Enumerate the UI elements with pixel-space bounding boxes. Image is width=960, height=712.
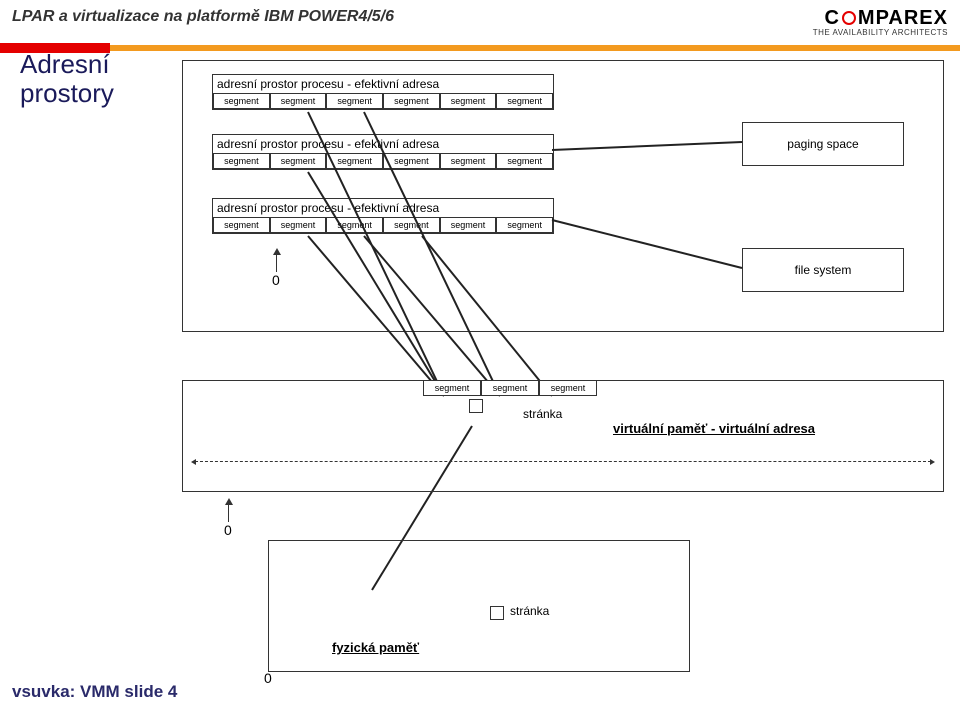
segment-cell: segment [270,93,327,109]
page-title: Adresní prostory [20,50,114,107]
paging-space-label: paging space [787,137,858,151]
logo-text: C [824,8,839,28]
segment-cell: segment [481,381,539,396]
segment-cell: segment [270,153,327,169]
process-address-space: adresní prostor procesu - efektivní adre… [212,198,554,234]
segment-row: segment segment segment segment segment … [213,217,553,233]
segment-cell: segment [383,153,440,169]
process-address-space: adresní prostor procesu - efektivní adre… [212,134,554,170]
address-space-title: adresní prostor procesu - efektivní adre… [213,135,553,153]
segment-row: segment segment segment segment segment … [213,153,553,169]
slide-body: Adresní prostory adresní prostor procesu… [12,50,948,700]
physical-memory-label: fyzická paměť [332,640,419,655]
segment-cell: segment [440,217,497,233]
file-system-label: file system [795,263,852,277]
page-box [490,606,504,620]
slide-header: LPAR a virtualizace na platformě IBM POW… [0,0,960,37]
logo-text: MPAREX [858,8,948,28]
virtual-segment-row: segment segment segment [423,381,597,396]
segment-cell: segment [383,217,440,233]
segment-cell: segment [270,217,327,233]
segment-cell: segment [539,381,597,396]
segment-cell: segment [496,153,553,169]
page-box [469,399,483,413]
page-label: stránka [523,407,562,421]
virtual-memory-container: segment segment segment stránka virtuáln… [182,380,944,492]
segment-cell: segment [213,153,270,169]
segment-cell: segment [496,217,553,233]
address-space-title: adresní prostor procesu - efektivní adre… [213,199,553,217]
segment-cell: segment [326,93,383,109]
page-label: stránka [510,604,549,618]
origin-zero: 0 [264,670,272,686]
logo-tagline: THE AVAILABILITY ARCHITECTS [813,29,948,37]
segment-cell: segment [496,93,553,109]
segment-cell: segment [440,93,497,109]
virtual-range-arrow [195,461,931,462]
file-system-box: file system [742,248,904,292]
paging-space-box: paging space [742,122,904,166]
origin-zero: 0 [224,522,232,538]
segment-cell: segment [213,217,270,233]
virtual-memory-label: virtuální paměť - virtuální adresa [613,421,815,436]
logo-wordmark: C MPAREX [813,8,948,28]
logo: C MPAREX THE AVAILABILITY ARCHITECTS [813,8,948,37]
segment-cell: segment [326,217,383,233]
segment-cell: segment [213,93,270,109]
segment-cell: segment [440,153,497,169]
segment-cell: segment [326,153,383,169]
logo-o-icon [842,11,856,25]
segment-cell: segment [383,93,440,109]
address-space-title: adresní prostor procesu - efektivní adre… [213,75,553,93]
slide-header-title: LPAR a virtualizace na platformě IBM POW… [12,8,813,26]
process-address-space: adresní prostor procesu - efektivní adre… [212,74,554,110]
segment-row: segment segment segment segment segment … [213,93,553,109]
origin-zero: 0 [272,272,280,288]
slide-footer-note: vsuvka: VMM slide 4 [12,682,177,702]
segment-cell: segment [423,381,481,396]
